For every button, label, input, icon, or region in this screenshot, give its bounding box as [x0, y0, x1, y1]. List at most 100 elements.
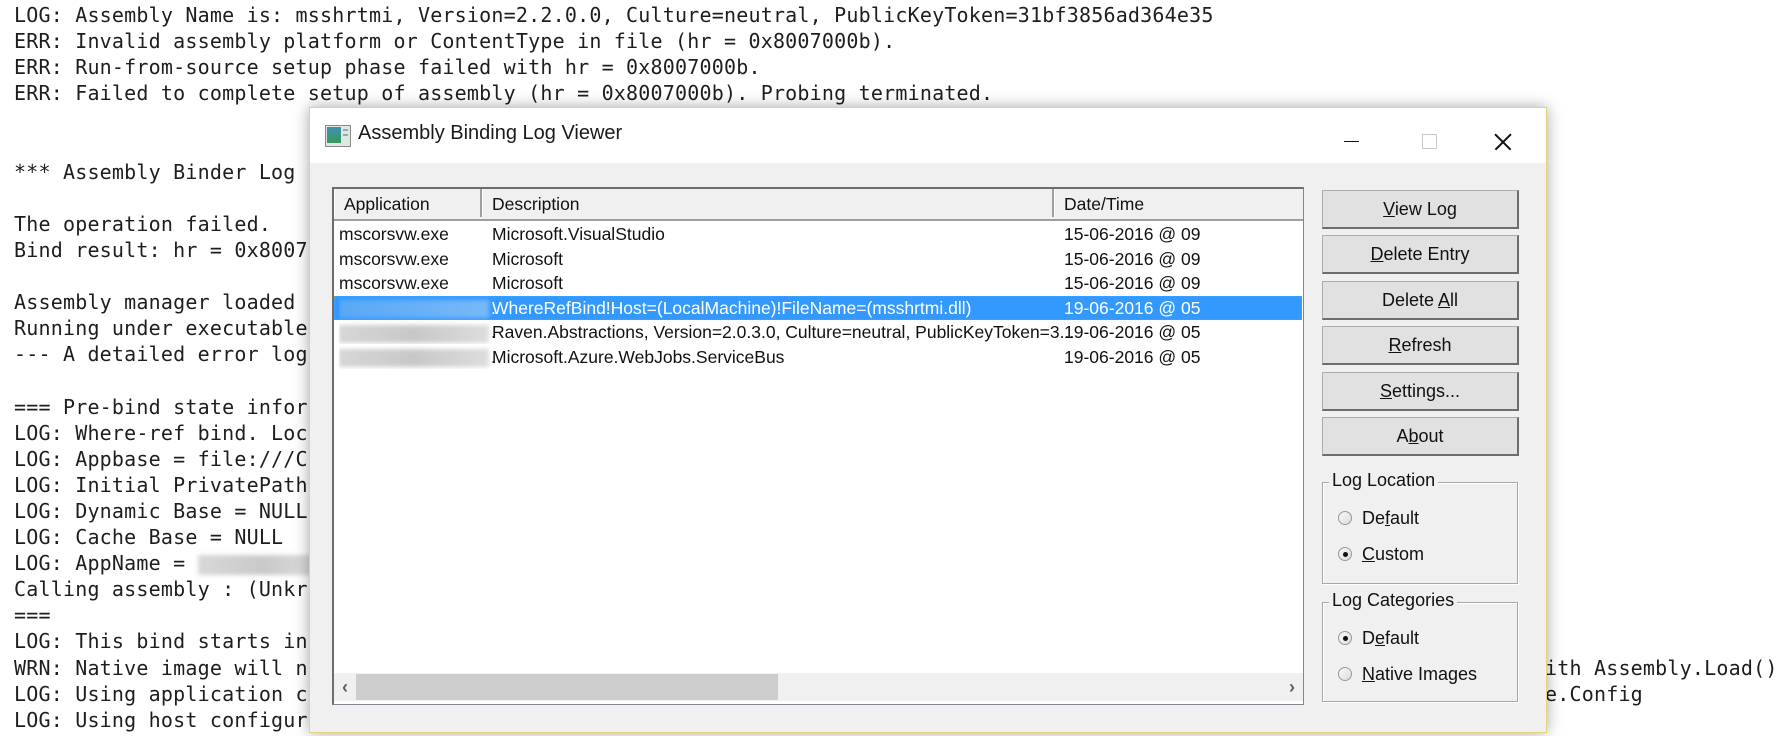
- close-button[interactable]: [1470, 108, 1532, 163]
- radio-log-categories-native-images[interactable]: Native Images: [1338, 662, 1477, 686]
- console-line: LOG: Using application c: [14, 681, 308, 706]
- button-label-part: out: [1418, 426, 1444, 446]
- scrollbar-thumb[interactable]: [356, 674, 778, 700]
- cell-date-time: 15-06-2016 @ 09: [1064, 273, 1201, 294]
- radio-label-part: ustom: [1375, 543, 1425, 564]
- list-row-selected[interactable]: . WhereRefBind!Host=(LocalMachine)!FileNa…: [334, 295, 1302, 320]
- cell-description: Microsoft: [492, 248, 563, 269]
- accelerator-key: V: [1383, 199, 1395, 219]
- refresh-button[interactable]: Refresh: [1322, 326, 1519, 366]
- radio-label: Native Images: [1362, 664, 1477, 685]
- button-label-part: iew Log: [1394, 199, 1457, 219]
- accelerator-key: b: [1408, 426, 1419, 446]
- log-categories-label: Log Categories: [1329, 590, 1458, 611]
- console-line: ERR: Failed to complete setup of assembl…: [14, 81, 994, 106]
- console-line: LOG: Using host configur: [14, 707, 308, 732]
- radio-label-part: ative Images: [1375, 663, 1478, 684]
- cell-application: mscorsvw.exe: [339, 248, 449, 269]
- console-line: The operation failed.: [14, 211, 272, 236]
- console-line: Calling assembly : (Unkr: [14, 577, 308, 602]
- console-line-tail: e.Config: [1545, 681, 1643, 706]
- console-line: LOG: Assembly Name is: msshrtmi, Version…: [14, 3, 1214, 27]
- radio-checked-icon[interactable]: [1338, 547, 1352, 561]
- cell-application: mscorsvw.exe: [339, 224, 449, 244]
- accelerator-key: S: [1379, 380, 1392, 401]
- list-row[interactable]: mscorsvw.exe Microsoft 15-06-2016 @ 09: [334, 271, 1302, 295]
- redacted-application-name: [339, 300, 489, 319]
- cell-application: .: [339, 296, 497, 320]
- radio-log-location-custom[interactable]: Custom: [1338, 542, 1424, 566]
- view-log-button[interactable]: View Log: [1322, 190, 1519, 229]
- log-location-group: Log Location Default Custom: [1322, 470, 1518, 584]
- about-button[interactable]: About: [1322, 417, 1519, 456]
- list-row[interactable]: mscorsvw.exe Microsoft.VisualStudio 15-06-…: [334, 222, 1302, 246]
- maximize-button[interactable]: [1398, 108, 1460, 163]
- console-line: ERR: Run-from-source setup phase failed …: [14, 55, 761, 80]
- list-row[interactable]: mscorsvw.exe Microsoft 15-06-2016 @ 09: [334, 247, 1302, 271]
- cell-application: .: [339, 345, 497, 369]
- cell-description: WhereRefBind!Host=(LocalMachine)!FileNam…: [492, 297, 972, 318]
- radio-label-part: ault: [1390, 507, 1420, 528]
- button-label-part: efresh: [1401, 335, 1452, 356]
- accelerator-key: R: [1388, 335, 1402, 356]
- console-line: WRN: Native image will n: [14, 655, 308, 680]
- app-icon: [325, 125, 351, 147]
- accelerator-key: A: [1438, 289, 1451, 310]
- window-title: Assembly Binding Log Viewer: [358, 122, 623, 144]
- radio-unchecked-icon[interactable]: [1338, 511, 1352, 525]
- cell-date-time: 19-06-2016 @ 05: [1064, 297, 1201, 318]
- button-label-part: ettings...: [1391, 380, 1461, 401]
- radio-checked-icon[interactable]: [1338, 631, 1352, 645]
- console-line: === Pre-bind state infor: [14, 394, 308, 419]
- console-line-tail: ith Assembly.Load(): [1545, 655, 1778, 680]
- list-row[interactable]: . Microsoft.Azure.WebJobs.ServiceBus 19-06…: [334, 345, 1302, 369]
- redacted-application-name: [339, 349, 489, 368]
- redacted-application-name: [339, 324, 489, 343]
- radio-label: Default: [1362, 628, 1419, 649]
- console-line: LOG: Dynamic Base = NULL: [14, 498, 308, 523]
- console-line: LOG: Initial PrivatePath: [14, 472, 308, 497]
- radio-label-part: fault: [1385, 627, 1420, 648]
- delete-all-button[interactable]: Delete All: [1322, 280, 1519, 320]
- console-line: LOG: This bind starts in: [14, 629, 308, 654]
- horizontal-scrollbar[interactable]: ‹ ›: [334, 673, 1303, 701]
- console-line: Running under executable: [14, 316, 308, 341]
- column-header-date-time[interactable]: Date/Time: [1054, 189, 1303, 217]
- column-header-application[interactable]: Application: [334, 189, 482, 217]
- cell-application: .: [339, 320, 497, 344]
- cell-description: Microsoft.Azure.WebJobs.ServiceBus: [492, 347, 785, 367]
- scroll-left-arrow-icon[interactable]: ‹: [334, 673, 356, 701]
- column-header-description[interactable]: Description: [482, 189, 1054, 217]
- scroll-right-arrow-icon[interactable]: ›: [1281, 673, 1303, 701]
- delete-entry-button[interactable]: Delete Entry: [1322, 235, 1519, 275]
- cell-description: Microsoft.VisualStudio: [492, 224, 665, 244]
- radio-label: Custom: [1362, 544, 1424, 565]
- log-entries-list[interactable]: Application Description Date/Time mscors…: [332, 187, 1304, 705]
- cell-application: mscorsvw.exe: [339, 273, 449, 294]
- console-line: Assembly manager loaded: [14, 290, 296, 315]
- log-categories-group: Log Categories Default Native Images: [1322, 590, 1518, 702]
- radio-label-part: De: [1362, 507, 1386, 528]
- cell-description: Microsoft: [492, 273, 563, 294]
- button-label-part: A: [1396, 426, 1409, 446]
- title-bar[interactable]: Assembly Binding Log Viewer: [310, 108, 1546, 163]
- button-label-part: ll: [1450, 289, 1459, 310]
- radio-log-location-default[interactable]: Default: [1338, 506, 1419, 530]
- button-label-part: elete Entry: [1383, 244, 1470, 265]
- console-line: Bind result: hr = 0x8007: [14, 237, 308, 262]
- radio-unchecked-icon[interactable]: [1338, 667, 1352, 681]
- cell-date-time: 15-06-2016 @ 09: [1064, 248, 1201, 269]
- radio-log-categories-default[interactable]: Default: [1338, 626, 1419, 650]
- minimize-button[interactable]: [1320, 108, 1382, 163]
- cell-date-time: 19-06-2016 @ 05: [1064, 322, 1201, 343]
- list-row[interactable]: . Raven.Abstractions, Version=2.0.3.0, Cu…: [334, 320, 1302, 344]
- radio-label: Default: [1362, 508, 1419, 529]
- log-location-label: Log Location: [1329, 470, 1439, 491]
- accelerator-key: D: [1370, 244, 1384, 265]
- console-line: ===: [14, 603, 51, 628]
- console-line: LOG: Cache Base = NULL: [14, 525, 284, 549]
- console-line: LOG: Where-ref bind. Loc: [14, 420, 308, 445]
- accelerator-key: C: [1362, 543, 1375, 564]
- settings-button[interactable]: Settings...: [1322, 371, 1519, 411]
- accelerator-key: e: [1375, 627, 1386, 648]
